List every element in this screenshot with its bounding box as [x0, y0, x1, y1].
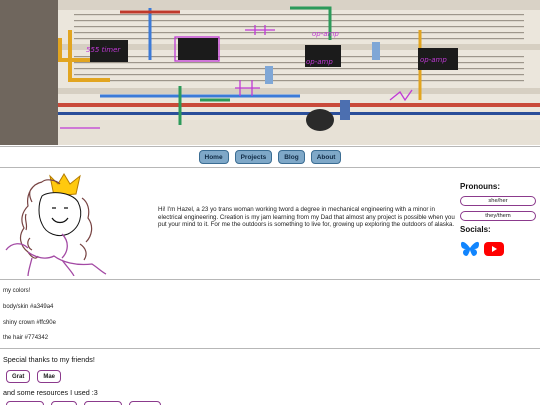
banner-annotation: 555 timer	[86, 46, 121, 54]
divider	[0, 279, 540, 280]
bio-text: Hi! I'm Hazel, a 23 yo trans woman worki…	[158, 206, 455, 229]
resources-list	[6, 401, 161, 405]
main-nav: Home Projects Blog About	[0, 150, 540, 164]
color-entry: body/skin #a349a4	[3, 304, 54, 310]
banner-annotation: op-amp	[306, 58, 333, 66]
resource-button[interactable]	[84, 401, 122, 405]
color-entry: the hair #774342	[3, 335, 49, 341]
nav-home[interactable]: Home	[198, 150, 229, 164]
thanks-heading: Special thanks to my friends!	[3, 355, 95, 364]
avatar	[5, 173, 107, 276]
banner-image: 555 timer op-amp op-amp op-amp	[0, 0, 540, 145]
friend-button[interactable]: Mae	[37, 370, 62, 383]
divider	[0, 146, 540, 147]
socials-heading: Socials:	[460, 225, 491, 234]
pronouns-heading: Pronouns:	[460, 182, 500, 191]
profile-sidebar: Pronouns: she/her they/them Socials:	[460, 182, 538, 258]
divider	[0, 348, 540, 349]
pronoun-pill: she/her	[460, 196, 536, 206]
resources-heading: and some resources I used :3	[3, 388, 98, 397]
banner-annotation: op-amp	[312, 30, 339, 38]
resource-button[interactable]	[6, 401, 44, 405]
friend-button[interactable]: Grat	[6, 370, 31, 383]
colors-heading: my colors!	[3, 288, 31, 294]
nav-projects[interactable]: Projects	[234, 150, 273, 164]
butterfly-icon[interactable]	[460, 240, 480, 258]
nav-blog[interactable]: Blog	[278, 150, 305, 164]
resource-button[interactable]	[129, 401, 161, 405]
resource-button[interactable]	[51, 401, 77, 405]
social-links	[460, 240, 538, 258]
pronoun-pill: they/them	[460, 211, 536, 221]
friends-list: Grat Mae	[6, 370, 62, 383]
youtube-icon[interactable]	[484, 242, 504, 256]
nav-about[interactable]: About	[310, 150, 342, 164]
color-entry: shiny crown #ffc90e	[3, 320, 56, 326]
banner-annotation: op-amp	[420, 56, 447, 64]
